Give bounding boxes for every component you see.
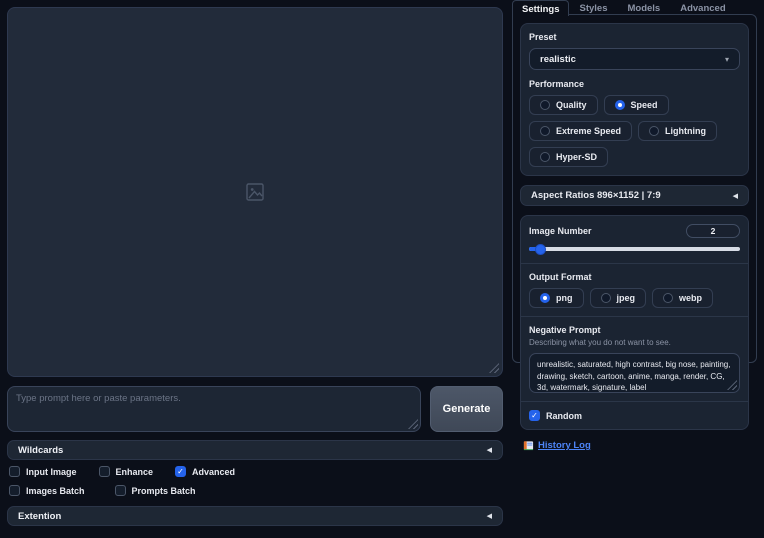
image-preview-area[interactable] (7, 7, 503, 377)
format-png-radio[interactable]: png (529, 288, 584, 308)
slider-track (529, 247, 740, 251)
prompts-batch-checkbox[interactable]: Prompts Batch (114, 485, 196, 496)
format-webp-radio[interactable]: webp (652, 288, 714, 308)
prompt-field-wrap (7, 386, 421, 432)
extention-accordion[interactable]: Extention ◀ (7, 506, 503, 526)
random-label: Random (546, 410, 582, 421)
wildcards-accordion-label: Wildcards (18, 444, 64, 456)
image-number-slider-handle[interactable] (534, 244, 546, 255)
images-batch-label: Images Batch (26, 485, 85, 496)
performance-options: Quality Speed Extreme Speed Lightning Hy… (529, 95, 740, 167)
tab-styles[interactable]: Styles (569, 0, 617, 15)
radio-selected-icon (614, 100, 625, 110)
output-format-label: Output Format (529, 272, 592, 282)
chevron-down-icon: ▾ (724, 54, 729, 64)
negative-prompt-label: Negative Prompt (529, 325, 601, 335)
settings-panel: Settings Styles Models Advanced Preset r… (512, 0, 757, 538)
settings-tab-content: Preset realistic ▾ Performance Quality S… (512, 14, 757, 451)
image-number-value[interactable]: 2 (686, 224, 740, 238)
history-log-row: History Log (520, 440, 749, 451)
history-log-link[interactable]: History Log (538, 440, 591, 451)
output-format-options: png jpeg webp (529, 288, 740, 308)
radio-selected-icon (540, 293, 550, 303)
enhance-label: Enhance (115, 466, 154, 477)
tab-models[interactable]: Models (617, 0, 670, 15)
negative-prompt-description: Describing what you do not want to see. (529, 338, 671, 347)
radio-icon (540, 100, 550, 110)
checkbox-icon (98, 466, 110, 477)
radio-icon (649, 126, 660, 136)
tab-nav: Settings Styles Models Advanced (512, 0, 757, 16)
performance-hyper-sd-radio[interactable]: Hyper-SD (529, 147, 609, 167)
input-image-checkbox[interactable]: Input Image (9, 466, 77, 477)
negative-prompt-input[interactable]: unrealistic, saturated, high contrast, b… (529, 353, 740, 393)
preset-dropdown[interactable]: realistic ▾ (529, 48, 740, 70)
extention-accordion-label: Extention (18, 510, 62, 522)
output-format-section: Output Format png jpeg webp (521, 263, 748, 316)
format-jpeg-radio[interactable]: jpeg (589, 288, 647, 308)
generate-button[interactable]: Generate (430, 386, 503, 432)
image-number-section: Image Number 2 (521, 216, 748, 263)
checkbox-icon (9, 485, 20, 496)
advanced-label: Advanced (192, 466, 236, 477)
image-placeholder-icon (246, 183, 264, 201)
radio-icon (663, 293, 674, 303)
performance-speed-radio[interactable]: Speed (603, 95, 669, 115)
advanced-checkbox[interactable]: ✓ Advanced (175, 466, 235, 477)
aspect-ratios-label: Aspect Ratios 896×1152 | 7:9 (531, 190, 661, 201)
tab-settings[interactable]: Settings (512, 0, 570, 16)
performance-quality-radio[interactable]: Quality (529, 95, 598, 115)
aspect-ratios-accordion[interactable]: Aspect Ratios 896×1152 | 7:9 ◀ (520, 185, 749, 206)
preset-label: Preset (529, 32, 557, 42)
generation-settings-group: Image Number 2 Output Format png jpeg we… (520, 215, 749, 430)
performance-extreme-speed-radio[interactable]: Extreme Speed (529, 121, 633, 141)
checkbox-checked-icon: ✓ (529, 410, 540, 421)
options-row-1: Input Image Enhance ✓ Advanced (9, 466, 235, 477)
image-number-slider[interactable] (529, 244, 740, 255)
collapse-arrow-icon: ◀ (486, 513, 492, 520)
radio-icon (540, 126, 550, 136)
random-section: ✓ Random (521, 401, 748, 429)
performance-lightning-radio[interactable]: Lightning (638, 121, 718, 141)
images-batch-checkbox[interactable]: Images Batch (9, 485, 85, 496)
book-icon (523, 441, 534, 451)
wildcards-accordion[interactable]: Wildcards ◀ (7, 440, 503, 460)
enhance-checkbox[interactable]: Enhance (98, 466, 154, 477)
collapse-arrow-icon: ◀ (486, 447, 492, 454)
image-number-label: Image Number (529, 226, 592, 236)
checkbox-checked-icon: ✓ (175, 466, 187, 477)
radio-icon (540, 152, 550, 162)
prompt-input[interactable] (7, 386, 421, 432)
preset-value: realistic (540, 53, 576, 65)
collapse-arrow-icon: ◀ (732, 192, 738, 200)
negative-prompt-section: Negative Prompt Describing what you do n… (521, 316, 748, 401)
checkbox-icon (114, 485, 126, 496)
input-image-label: Input Image (26, 466, 77, 477)
options-row-2: Images Batch Prompts Batch (9, 485, 196, 496)
tab-advanced[interactable]: Advanced (670, 0, 735, 15)
radio-icon (600, 293, 611, 303)
performance-label: Performance (529, 79, 585, 89)
checkbox-icon (9, 466, 20, 477)
preset-performance-group: Preset realistic ▾ Performance Quality S… (520, 23, 749, 176)
random-checkbox[interactable]: ✓ Random (529, 410, 740, 421)
prompts-batch-label: Prompts Batch (131, 485, 196, 496)
preview-resize-handle[interactable] (489, 363, 499, 373)
